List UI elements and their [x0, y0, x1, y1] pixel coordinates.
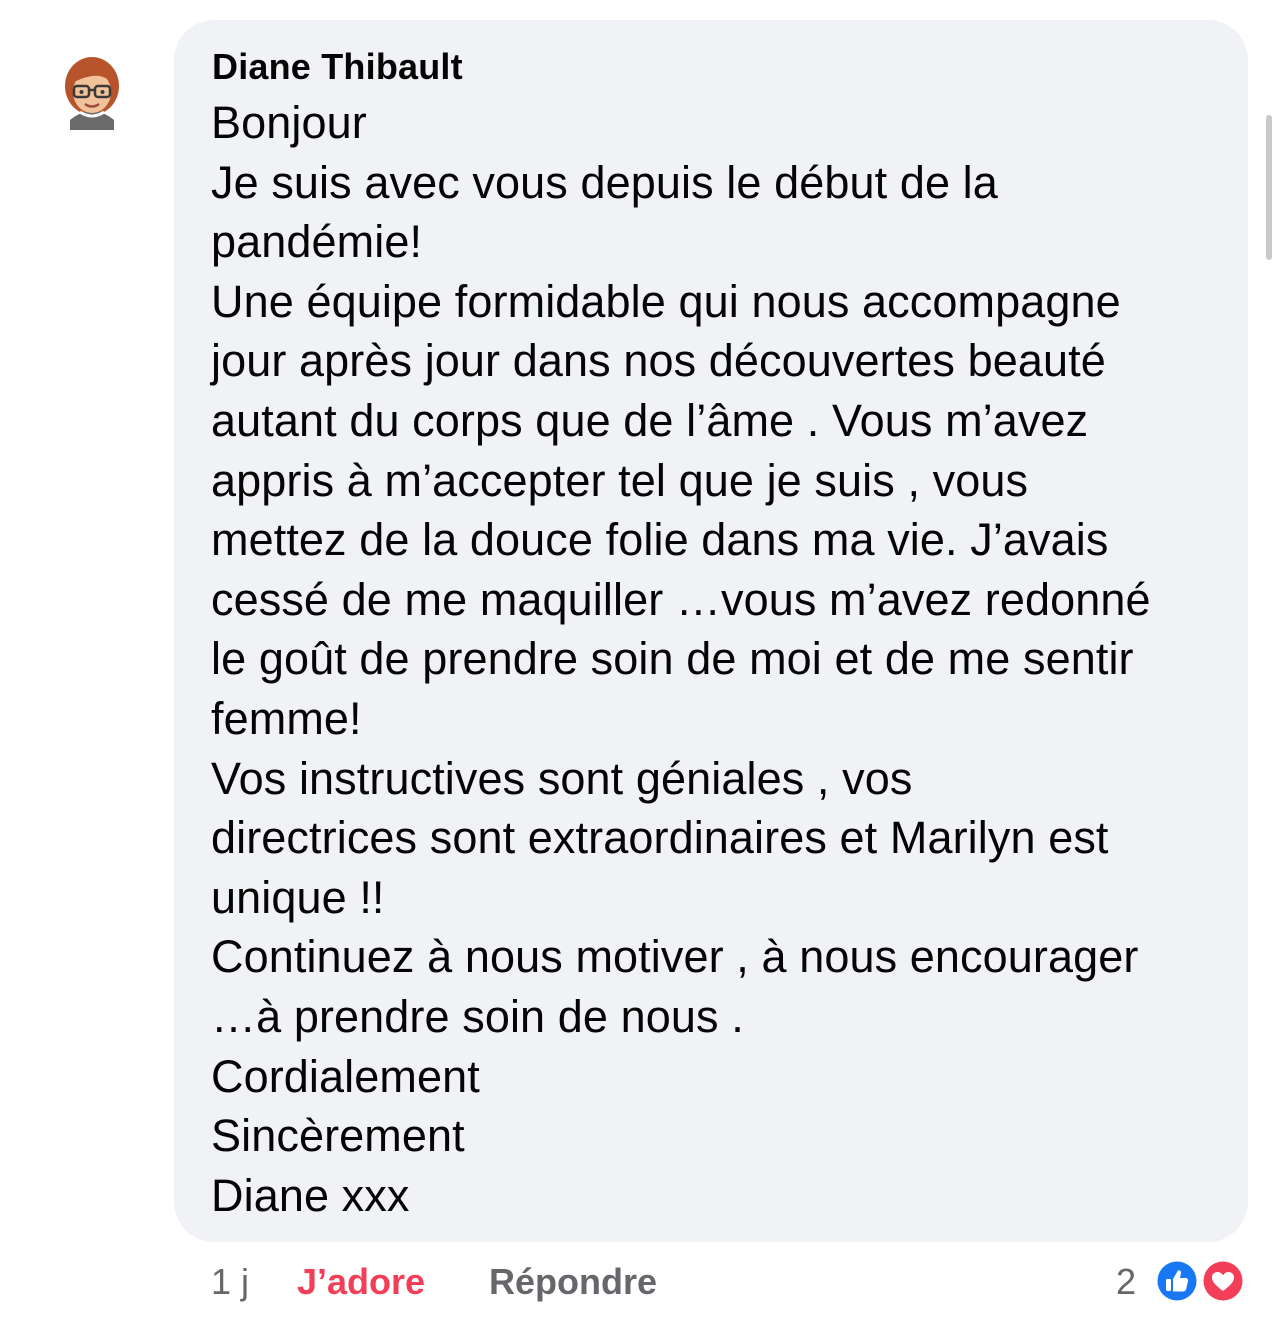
comment-line: le goût de prendre soin de moi et de me …: [211, 633, 1134, 685]
comment-bubble[interactable]: Diane Thibault Bonjour Je suis avec vous…: [174, 20, 1248, 1242]
like-button[interactable]: J’adore: [297, 1260, 425, 1304]
comment-line: autant du corps que de l’âme . Vous m’av…: [211, 394, 1089, 446]
comment-line: Continuez à nous motiver , à nous encour…: [211, 931, 1139, 983]
reply-button[interactable]: Répondre: [489, 1260, 657, 1304]
comment-line: jour après jour dans nos découvertes bea…: [211, 335, 1106, 387]
comment-line: Cordialement: [211, 1050, 480, 1102]
comment-line: appris à m’accepter tel que je suis , vo…: [211, 454, 1029, 506]
like-icon[interactable]: [1154, 1258, 1200, 1304]
comment-timestamp[interactable]: 1 j: [211, 1260, 249, 1304]
comment-text: Bonjour Je suis avec vous depuis le débu…: [211, 93, 1231, 1225]
comment-line: femme!: [211, 692, 362, 744]
comment-line: cessé de me maquiller …vous m’avez redon…: [211, 573, 1151, 625]
comment-line: Une équipe formidable qui nous accompagn…: [211, 275, 1121, 327]
comment-line: Bonjour: [211, 97, 367, 148]
author-avatar[interactable]: [52, 50, 132, 130]
comment-line: …à prendre soin de nous .: [211, 990, 744, 1042]
comment-line: pandémie!: [211, 216, 423, 268]
reaction-count[interactable]: 2: [1116, 1260, 1136, 1304]
comment-line: Je suis avec vous depuis le début de la: [211, 156, 998, 208]
love-icon[interactable]: [1200, 1258, 1246, 1304]
comment-line: Vos instructives sont géniales , vos: [211, 752, 913, 804]
comment-line: Sincèrement: [211, 1110, 465, 1162]
comment-line: unique !!: [211, 871, 385, 923]
comment-line: Diane xxx: [211, 1169, 410, 1221]
scrollbar-thumb[interactable]: [1266, 115, 1272, 260]
comment-line: directrices sont extraordinaires et Mari…: [211, 812, 1109, 864]
comment-author[interactable]: Diane Thibault: [212, 45, 463, 89]
comment-line: mettez de la douce folie dans ma vie. J’…: [211, 514, 1109, 566]
avatar-icon: [65, 57, 119, 130]
